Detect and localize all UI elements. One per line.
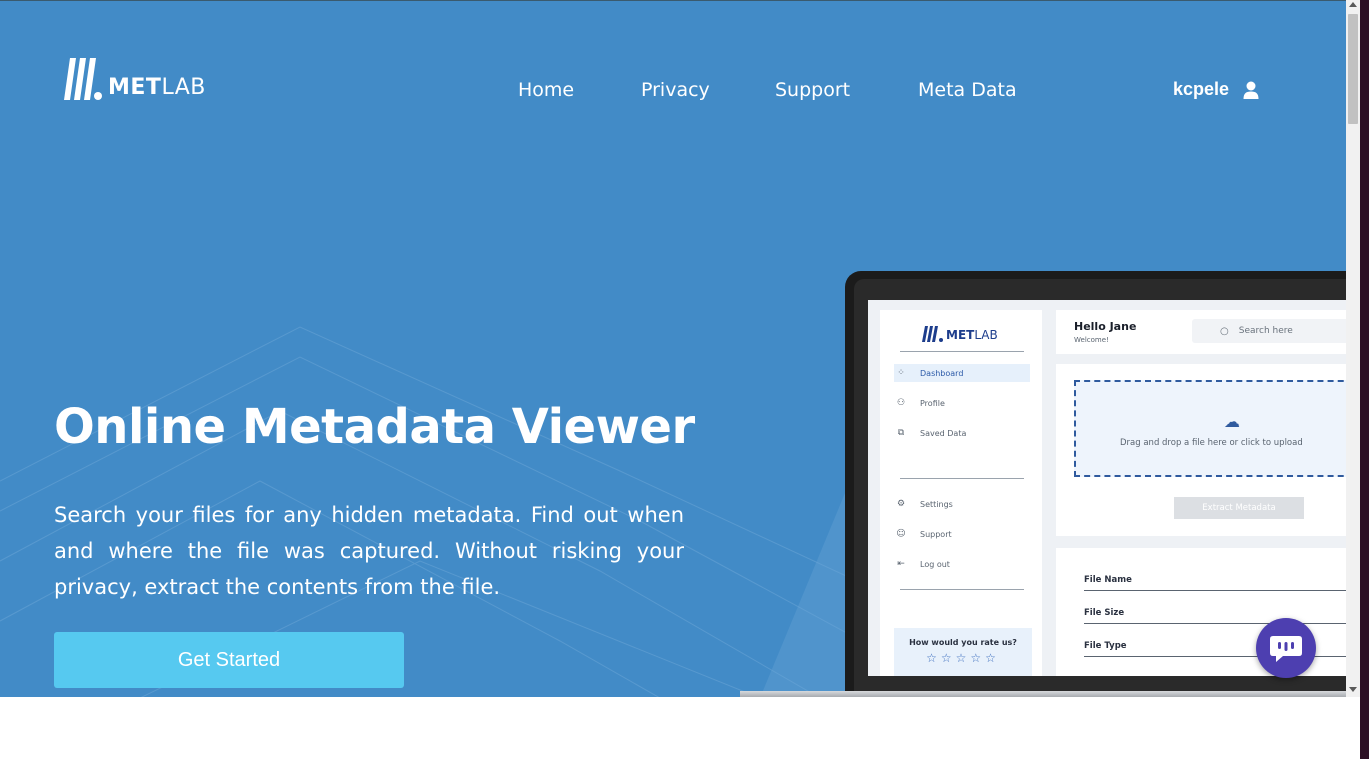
mockup-search: ○ Search here <box>1192 319 1346 343</box>
mockup-upload-panel: ☁ Drag and drop a file here or click to … <box>1056 364 1346 536</box>
divider <box>900 351 1024 352</box>
nav-privacy[interactable]: Privacy <box>641 79 710 101</box>
mockup-logo: METLAB <box>922 326 998 342</box>
username: kcpele <box>1173 79 1230 99</box>
mockup-header-panel: Hello Jane Welcome! ○ Search here <box>1056 310 1346 354</box>
scrollbar-thumb[interactable] <box>1348 14 1358 124</box>
browser-viewport: METLAB Home Privacy Support Meta Data kc… <box>0 0 1346 759</box>
divider <box>900 589 1024 590</box>
laptop-base <box>740 691 1346 697</box>
hero-description: Search your files for any hidden metadat… <box>54 503 684 599</box>
mockup-nav-saved-data: ⧉ Saved Data <box>894 424 1030 442</box>
nav-home[interactable]: Home <box>518 79 574 101</box>
desktop-edge <box>1360 0 1369 759</box>
rating-stars: ☆☆☆☆☆ <box>926 651 1000 665</box>
mockup-nav-settings: ⚙ Settings <box>894 495 1030 513</box>
scroll-down-arrow-icon[interactable] <box>1349 687 1357 692</box>
hero-section: METLAB Home Privacy Support Meta Data kc… <box>0 0 1346 697</box>
divider <box>900 478 1024 479</box>
logo-mark-icon <box>64 58 102 100</box>
nav-meta-data[interactable]: Meta Data <box>918 79 1017 101</box>
saved-data-icon: ⧉ <box>897 428 905 438</box>
get-started-button[interactable]: Get Started <box>54 632 404 688</box>
mockup-nav-profile: ⚇ Profile <box>894 394 1030 412</box>
user-menu[interactable]: kcpele <box>1173 79 1259 100</box>
search-icon: ○ <box>1220 325 1229 337</box>
dashboard-icon: ⁘ <box>897 368 905 378</box>
cloud-upload-icon: ☁ <box>1224 412 1240 431</box>
metlab-logo[interactable]: METLAB <box>64 58 206 100</box>
mockup-dropzone: ☁ Drag and drop a file here or click to … <box>1074 380 1346 477</box>
logo-wordmark: METLAB <box>108 75 206 100</box>
mockup-logo-mark-icon <box>922 326 943 342</box>
logout-icon: ⇤ <box>897 559 905 569</box>
mockup-rating-box: How would you rate us? ☆☆☆☆☆ <box>894 628 1032 676</box>
mockup-nav-support: ☺ Support <box>894 525 1030 543</box>
profile-icon: ⚇ <box>896 398 906 408</box>
mockup-nav-dashboard: ⁘ Dashboard <box>894 364 1030 382</box>
scroll-up-arrow-icon[interactable] <box>1349 2 1357 7</box>
chat-widget-button[interactable] <box>1256 618 1316 678</box>
mockup-nav-logout: ⇤ Log out <box>894 555 1030 573</box>
mockup-extract-button: Extract Metadata <box>1174 497 1304 519</box>
settings-icon: ⚙ <box>896 499 906 509</box>
support-icon: ☺ <box>896 529 906 539</box>
nav-support[interactable]: Support <box>775 79 850 101</box>
mockup-sidebar: METLAB ⁘ Dashboard ⚇ Profile ⧉ Saved Data ⚙… <box>880 310 1042 676</box>
hero-title: Online Metadata Viewer <box>54 399 695 455</box>
user-icon <box>1243 81 1259 99</box>
page-scrollbar[interactable] <box>1346 0 1360 697</box>
chat-icon <box>1270 636 1302 662</box>
